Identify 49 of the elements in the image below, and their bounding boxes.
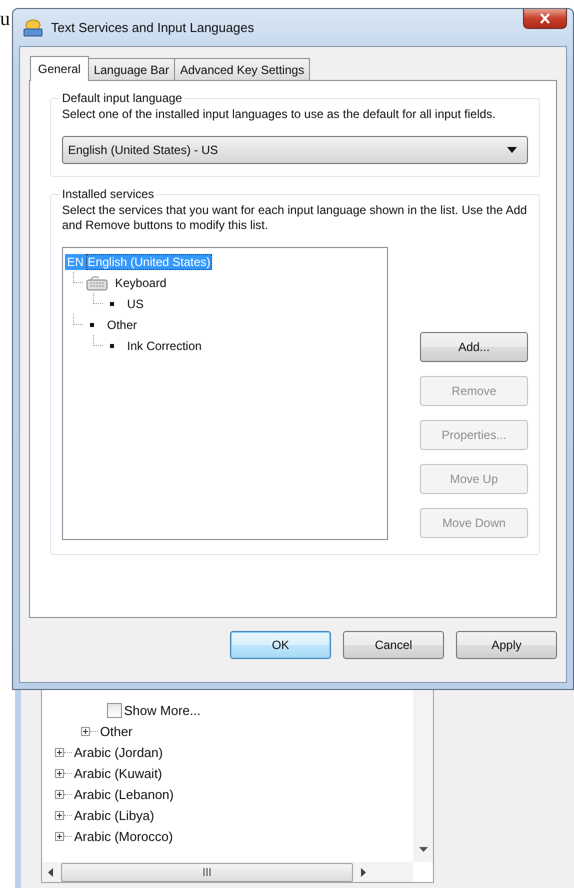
scroll-left-icon[interactable] <box>48 868 53 876</box>
bullet-icon <box>110 344 114 348</box>
tree-item[interactable]: Other <box>105 318 140 332</box>
group-title: Default input language <box>61 91 184 105</box>
expand-icon[interactable] <box>55 832 64 841</box>
scroll-right-icon[interactable] <box>361 868 366 876</box>
language-dropdown[interactable]: English (United States) - US <box>62 136 528 164</box>
keyboard-icon <box>86 274 108 290</box>
tree-item[interactable]: US <box>125 296 146 310</box>
tree-connector-line <box>73 314 83 325</box>
tree-item[interactable]: Arabic (Libya) <box>74 808 154 823</box>
expand-icon[interactable] <box>55 748 64 757</box>
action-button[interactable]: Add... <box>420 332 528 362</box>
vertical-scrollbar[interactable] <box>413 690 433 862</box>
tree-connector-line <box>73 272 83 283</box>
expand-icon[interactable] <box>81 727 90 736</box>
horizontal-scrollbar[interactable] <box>42 862 413 882</box>
description-text: Select the services that you want for each input language shown in the list. Use the Add and Remove buttons to modify this list. <box>62 203 528 233</box>
expand-icon[interactable] <box>55 769 64 778</box>
group-title: Installed services <box>61 187 156 201</box>
dialog-button[interactable]: Apply <box>456 631 557 659</box>
tree-item[interactable]: Arabic (Lebanon) <box>74 787 174 802</box>
bullet-icon <box>110 302 114 306</box>
expand-icon[interactable] <box>55 811 64 820</box>
tree-item[interactable]: Arabic (Morocco) <box>74 829 173 844</box>
tree-item[interactable]: Keyboard <box>113 276 168 290</box>
expand-icon[interactable] <box>55 790 64 799</box>
tab[interactable]: General <box>30 56 89 81</box>
scroll-down-icon[interactable] <box>418 847 428 852</box>
tree-item[interactable]: Ink Correction <box>125 338 204 352</box>
tree-item[interactable]: Other <box>100 724 133 739</box>
checkbox[interactable] <box>107 703 122 718</box>
tree-connector-line <box>93 335 103 346</box>
description-text: Select one of the installed input languages to use as the default for all input fields. <box>62 107 497 122</box>
tab[interactable]: Language Bar <box>88 58 176 80</box>
bullet-icon <box>90 322 94 326</box>
close-icon <box>539 13 551 24</box>
tree-item[interactable]: Arabic (Jordan) <box>74 745 163 760</box>
tree-connector-line <box>93 293 103 304</box>
scroll-thumb[interactable] <box>61 862 353 882</box>
dropdown-arrow-icon <box>507 147 517 153</box>
partial-text: u <box>0 8 11 31</box>
dialog-button[interactable]: OK <box>230 631 331 659</box>
window-title: Text Services and Input Languages <box>51 20 254 35</box>
dialog-button[interactable]: Cancel <box>343 631 444 659</box>
tree-item[interactable]: Arabic (Kuwait) <box>74 766 162 781</box>
close-button[interactable] <box>523 9 567 29</box>
tab[interactable]: Advanced Key Settings <box>174 58 310 80</box>
tree-item[interactable]: Show More... <box>124 703 201 718</box>
